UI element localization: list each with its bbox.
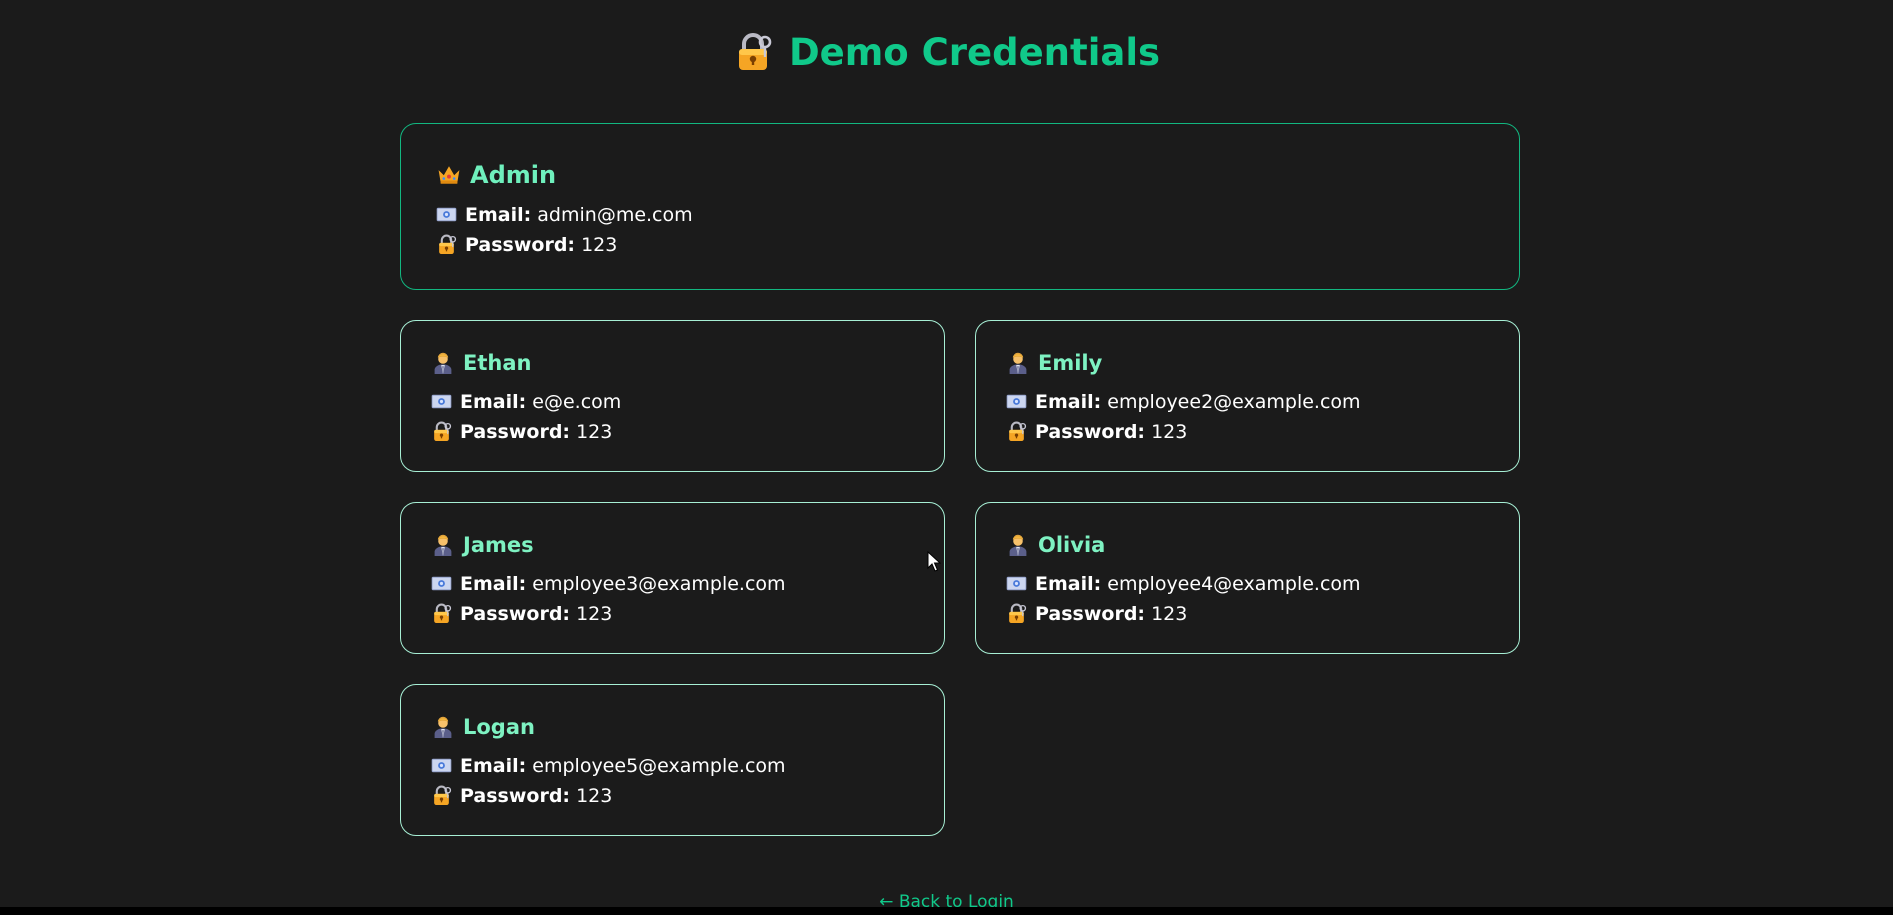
password-row: Password: 123	[431, 419, 612, 445]
password-value: 123	[1151, 603, 1188, 625]
id-card-icon	[431, 573, 452, 594]
email-label: Email:	[460, 573, 527, 595]
employee-credential-card: James Email: employee3@example.com Passw…	[400, 502, 945, 654]
lock-with-key-icon	[436, 234, 457, 255]
admin-credential-card: Admin Email: admin@me.com Password: 123	[400, 123, 1520, 290]
email-label: Email:	[460, 391, 527, 413]
lock-with-key-icon	[1006, 603, 1027, 624]
card-name: Olivia	[1006, 530, 1105, 560]
email-value: employee2@example.com	[1107, 391, 1361, 413]
office-worker-icon	[1006, 350, 1030, 374]
email-row: Email: employee3@example.com	[431, 571, 786, 597]
employee-credential-card: Emily Email: employee2@example.com Passw…	[975, 320, 1520, 472]
password-row: Password: 123	[1006, 419, 1187, 445]
password-row: Password: 123	[1006, 601, 1187, 627]
password-value: 123	[576, 603, 613, 625]
email-value: employee4@example.com	[1107, 573, 1361, 595]
lock-with-key-icon	[431, 785, 452, 806]
password-label: Password:	[460, 421, 571, 443]
page-title: Demo Credentials	[0, 26, 1893, 80]
employee-name: Olivia	[1038, 533, 1106, 557]
email-value: admin@me.com	[537, 204, 693, 226]
card-name: Emily	[1006, 348, 1102, 378]
card-name: Ethan	[431, 348, 531, 378]
password-label: Password:	[460, 785, 571, 807]
employee-name: Ethan	[463, 351, 532, 375]
password-value: 123	[581, 234, 618, 256]
id-card-icon	[436, 204, 457, 225]
email-value: employee5@example.com	[532, 755, 786, 777]
email-row: Email: employee5@example.com	[431, 753, 786, 779]
office-worker-icon	[431, 714, 455, 738]
crown-icon	[436, 161, 462, 187]
card-name: Logan	[431, 712, 535, 742]
id-card-icon	[431, 391, 452, 412]
card-name: Admin	[436, 158, 556, 192]
email-row: Email: e@e.com	[431, 389, 621, 415]
lock-with-key-icon	[733, 32, 773, 72]
password-value: 123	[1151, 421, 1188, 443]
email-value: employee3@example.com	[532, 573, 786, 595]
bottom-edge-bar	[0, 907, 1893, 915]
password-label: Password:	[1035, 421, 1146, 443]
email-label: Email:	[1035, 573, 1102, 595]
office-worker-icon	[1006, 532, 1030, 556]
employee-credential-card: Logan Email: employee5@example.com Passw…	[400, 684, 945, 836]
id-card-icon	[1006, 573, 1027, 594]
lock-with-key-icon	[431, 603, 452, 624]
lock-with-key-icon	[1006, 421, 1027, 442]
office-worker-icon	[431, 350, 455, 374]
card-name: James	[431, 530, 534, 560]
password-label: Password:	[465, 234, 576, 256]
page-title-text: Demo Credentials	[788, 31, 1161, 74]
employee-name: Logan	[463, 715, 535, 739]
mouse-cursor-icon	[927, 551, 941, 572]
id-card-icon	[431, 755, 452, 776]
credentials-page: Demo Credentials Admin Email: admin@me.c…	[0, 0, 1893, 915]
office-worker-icon	[431, 532, 455, 556]
password-row: Password: 123	[431, 601, 612, 627]
password-label: Password:	[1035, 603, 1146, 625]
employee-name: Emily	[1038, 351, 1103, 375]
email-row: Email: employee2@example.com	[1006, 389, 1361, 415]
password-value: 123	[576, 785, 613, 807]
email-row: Email: employee4@example.com	[1006, 571, 1361, 597]
employee-credential-card: Ethan Email: e@e.com Password: 123	[400, 320, 945, 472]
email-label: Email:	[465, 204, 532, 226]
email-label: Email:	[1035, 391, 1102, 413]
admin-name: Admin	[470, 161, 557, 189]
password-row: Password: 123	[436, 232, 617, 258]
lock-with-key-icon	[431, 421, 452, 442]
id-card-icon	[1006, 391, 1027, 412]
email-value: e@e.com	[532, 391, 622, 413]
employee-name: James	[463, 533, 534, 557]
email-row: Email: admin@me.com	[436, 202, 693, 228]
password-row: Password: 123	[431, 783, 612, 809]
email-label: Email:	[460, 755, 527, 777]
password-value: 123	[576, 421, 613, 443]
password-label: Password:	[460, 603, 571, 625]
employee-credential-card: Olivia Email: employee4@example.com Pass…	[975, 502, 1520, 654]
